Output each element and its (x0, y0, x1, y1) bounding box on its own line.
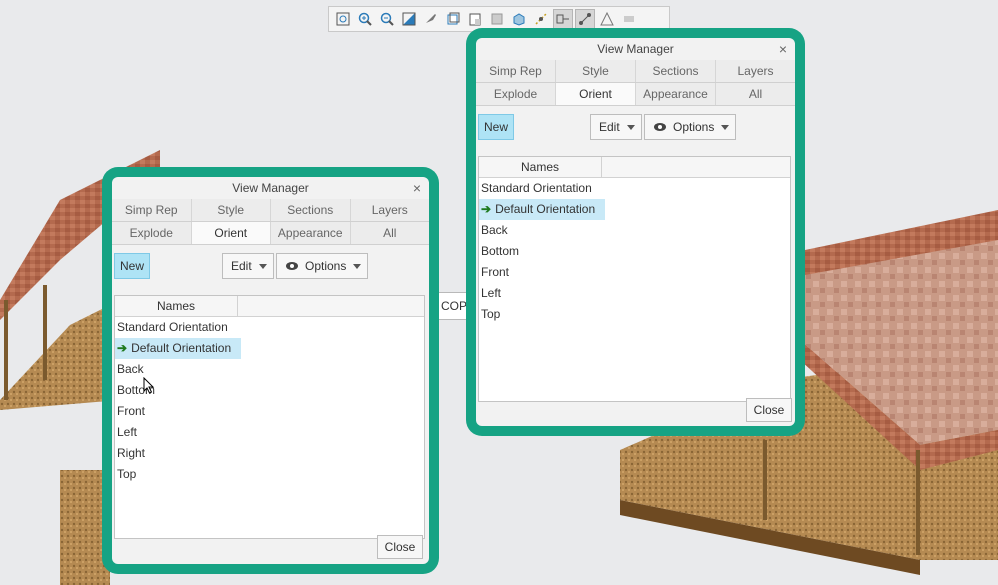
tab-sections[interactable]: Sections (271, 199, 351, 221)
list-item-standard-orientation[interactable]: Standard Orientation (115, 317, 424, 338)
list-item-top[interactable]: Top (115, 464, 424, 485)
shade-icon[interactable] (619, 9, 639, 29)
chevron-down-icon (627, 125, 635, 130)
left-dialog-highlight: View Manager × Simp Rep Style Sections L… (102, 167, 439, 574)
appearance-icon[interactable] (509, 9, 529, 29)
plane-display-icon[interactable] (575, 9, 595, 29)
options-label: Options (305, 259, 347, 273)
chevron-down-icon (259, 264, 267, 269)
list-item-bottom[interactable]: Bottom (479, 241, 790, 262)
list-item-back[interactable]: Back (115, 359, 424, 380)
tab-layers[interactable]: Layers (351, 199, 430, 221)
list-item-standard-orientation[interactable]: Standard Orientation (479, 178, 790, 199)
action-bar: New Edit Options (112, 245, 429, 287)
options-dropdown[interactable]: Options (276, 253, 368, 279)
options-dropdown[interactable]: Options (644, 114, 736, 140)
tab-appearance[interactable]: Appearance (636, 83, 716, 105)
close-button[interactable]: Close (746, 398, 792, 422)
new-button[interactable]: New (478, 114, 514, 140)
tab-appearance[interactable]: Appearance (271, 222, 351, 244)
tab-explode[interactable]: Explode (112, 222, 192, 244)
arrow-right-icon: ➔ (117, 341, 128, 355)
list-header: Names (479, 157, 790, 178)
tab-row-2: Explode Orient Appearance All (112, 222, 429, 245)
tab-style[interactable]: Style (556, 60, 636, 82)
mouse-cursor-icon (143, 377, 155, 394)
tab-sections[interactable]: Sections (636, 60, 716, 82)
tab-simp-rep[interactable]: Simp Rep (112, 199, 192, 221)
list-item-label: Default Orientation (495, 202, 596, 216)
list-item-back[interactable]: Back (479, 220, 790, 241)
tab-row-2: Explode Orient Appearance All (476, 83, 795, 106)
axis-display-icon[interactable] (597, 9, 617, 29)
list-item-default-orientation[interactable]: ➔ Default Orientation (479, 199, 606, 220)
tab-layers[interactable]: Layers (716, 60, 795, 82)
arrow-right-icon: ➔ (481, 202, 492, 216)
list-item-left[interactable]: Left (479, 283, 790, 304)
names-column-header[interactable]: Names (479, 157, 602, 177)
dialog-title-bar[interactable]: View Manager × (112, 177, 429, 199)
zoom-in-icon[interactable] (355, 9, 375, 29)
options-label: Options (673, 120, 715, 134)
refit-icon[interactable] (333, 9, 353, 29)
zoom-out-icon[interactable] (377, 9, 397, 29)
chevron-down-icon (721, 125, 729, 130)
tab-orient[interactable]: Orient (556, 83, 636, 105)
close-button[interactable]: Close (377, 535, 423, 559)
edit-dropdown[interactable]: Edit (222, 253, 274, 279)
tab-row-1: Simp Rep Style Sections Layers (112, 199, 429, 222)
close-icon[interactable]: × (779, 38, 787, 60)
saved-orientations-icon[interactable] (443, 9, 463, 29)
right-dialog-highlight: View Manager × Simp Rep Style Sections L… (466, 28, 805, 436)
display-style-icon[interactable] (531, 9, 551, 29)
list-item-default-orientation[interactable]: ➔ Default Orientation (115, 338, 242, 359)
edit-label: Edit (231, 259, 252, 273)
list-item-front[interactable]: Front (479, 262, 790, 283)
edit-dropdown[interactable]: Edit (590, 114, 642, 140)
orientation-list[interactable]: Names Standard Orientation ➔ Default Orie… (478, 156, 791, 402)
names-column-header[interactable]: Names (115, 296, 238, 316)
list-header: Names (115, 296, 424, 317)
list-item-bottom[interactable]: Bottom (115, 380, 424, 401)
dialog-title: View Manager (232, 181, 309, 195)
named-views-icon[interactable] (465, 9, 485, 29)
list-item-front[interactable]: Front (115, 401, 424, 422)
layers-icon[interactable] (487, 9, 507, 29)
dialog-title: View Manager (597, 42, 674, 56)
repaint-icon[interactable] (399, 9, 419, 29)
view-manager-dialog-right: View Manager × Simp Rep Style Sections L… (476, 38, 795, 426)
view-manager-dialog-left: View Manager × Simp Rep Style Sections L… (112, 177, 429, 564)
list-item-right[interactable]: Right (115, 443, 424, 464)
tab-row-1: Simp Rep Style Sections Layers (476, 60, 795, 83)
orientation-list[interactable]: Names Standard Orientation ➔ Default Orie… (114, 295, 425, 539)
edit-label: Edit (599, 120, 620, 134)
tab-all[interactable]: All (716, 83, 795, 105)
list-item-left[interactable]: Left (115, 422, 424, 443)
tab-orient[interactable]: Orient (191, 222, 271, 244)
list-item-top[interactable]: Top (479, 304, 790, 325)
chevron-down-icon (353, 264, 361, 269)
tab-style[interactable]: Style (192, 199, 271, 221)
spin-center-icon[interactable] (421, 9, 441, 29)
tab-simp-rep[interactable]: Simp Rep (476, 60, 556, 82)
tab-explode[interactable]: Explode (476, 83, 556, 105)
new-button[interactable]: New (114, 253, 150, 279)
action-bar: New Edit Options (476, 106, 795, 148)
dialog-title-bar[interactable]: View Manager × (476, 38, 795, 60)
eye-icon (654, 123, 666, 131)
close-icon[interactable]: × (413, 177, 421, 199)
eye-icon (286, 262, 298, 270)
tab-all[interactable]: All (351, 222, 430, 244)
datum-display-icon[interactable] (553, 9, 573, 29)
list-item-label: Default Orientation (131, 341, 232, 355)
